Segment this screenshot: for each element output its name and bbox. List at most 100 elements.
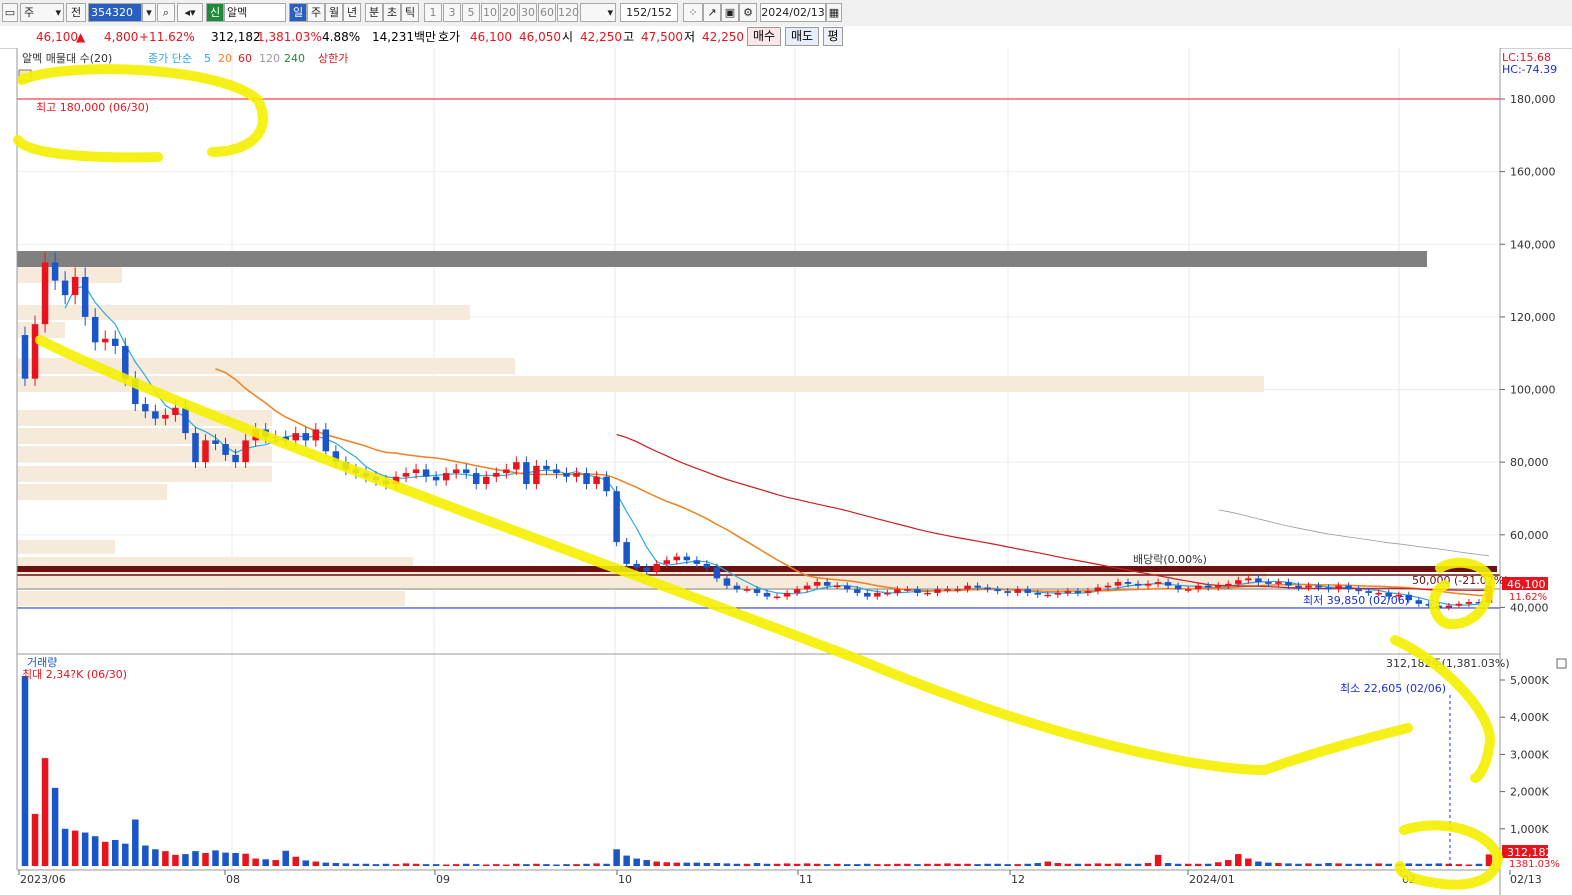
type-select-value: 주 xyxy=(24,6,35,19)
volume-bar-58 xyxy=(603,863,610,866)
period-button-day[interactable]: 일 xyxy=(289,3,307,22)
gear-icon[interactable]: ⚙ xyxy=(739,3,757,22)
period-button-tick[interactable]: 틱 xyxy=(401,3,419,22)
candle-124 xyxy=(1265,582,1272,584)
trend-icon[interactable]: ↗ xyxy=(703,3,721,22)
candle-143 xyxy=(1455,603,1463,606)
volume-bar-63 xyxy=(653,861,660,866)
volume-bar-123 xyxy=(1255,861,1262,866)
v-tick-label-3: 4,000K xyxy=(1510,711,1549,724)
volume-bar-28 xyxy=(302,860,310,866)
buy-button[interactable]: 매수 xyxy=(747,27,781,46)
volume-bar-14 xyxy=(162,851,169,866)
window-menu-icon[interactable]: ▭ xyxy=(2,3,18,22)
volume-bar-124 xyxy=(1265,862,1272,866)
candle-1 xyxy=(31,324,39,379)
search-icon[interactable]: ⌕ xyxy=(157,3,175,22)
speaker-icon[interactable]: ◂▾ xyxy=(177,3,203,22)
eval-button[interactable]: 평 xyxy=(823,27,843,46)
legend-ma240: 240 xyxy=(284,52,305,65)
legend-limit: 상한가 xyxy=(318,52,348,65)
change-percent: +11.62% xyxy=(139,30,195,44)
interval-button-10[interactable]: 10 xyxy=(481,3,499,22)
period-button-minute[interactable]: 분 xyxy=(365,3,383,22)
grid-icon[interactable]: ⁘ xyxy=(683,3,703,22)
ratio-tag-label: 1381.03% xyxy=(1509,859,1560,870)
legend-ma20: 20 xyxy=(218,52,232,65)
panel-close-icon[interactable] xyxy=(1556,658,1567,669)
stock-name-field[interactable]: 알멕 xyxy=(224,3,286,22)
candle-84 xyxy=(864,592,871,597)
period-button-month[interactable]: 월 xyxy=(325,3,343,22)
volume-bar-48 xyxy=(503,864,510,866)
period-button-year[interactable]: 년 xyxy=(343,3,361,22)
volume-bar-5 xyxy=(71,830,79,866)
volume-bar-11 xyxy=(132,819,139,866)
interval-dropdown[interactable]: ▾ xyxy=(580,3,616,22)
volume-bar-86 xyxy=(884,864,891,866)
volume-bar-25 xyxy=(272,860,279,866)
volume-bar-4 xyxy=(61,828,69,866)
calendar-icon[interactable]: ▦ xyxy=(826,3,842,22)
candle-28 xyxy=(302,433,310,441)
candle-45 xyxy=(472,473,480,484)
candle-71 xyxy=(733,585,741,590)
candle-9 xyxy=(111,338,119,346)
volume-bar-119 xyxy=(1214,862,1222,866)
interval-button-30[interactable]: 30 xyxy=(519,3,537,22)
volume-bar-141 xyxy=(1435,863,1443,866)
volume-bar-112 xyxy=(1144,863,1152,866)
volume-max-text: 최대 2,34?K (06/30) xyxy=(22,668,127,681)
prefix-select[interactable]: 전 xyxy=(66,3,86,22)
sell-button[interactable]: 매도 xyxy=(785,27,819,46)
candlestick-chart[interactable]: 최고 180,000 (06/30) 40,00060,00080,000100… xyxy=(0,48,1572,895)
interval-button-20[interactable]: 20 xyxy=(500,3,518,22)
low-annotation: 최저 39,850 (02/06) xyxy=(1303,594,1409,607)
high-price: 47,500 xyxy=(641,30,683,44)
code-dropdown-icon[interactable]: ▾ xyxy=(142,3,156,22)
volume-bar-23 xyxy=(252,858,259,866)
save-icon[interactable]: ▣ xyxy=(721,3,739,22)
volume-bar-127 xyxy=(1295,863,1302,866)
volume-bar-64 xyxy=(663,862,671,866)
count-field[interactable]: 152/152 xyxy=(620,3,678,22)
interval-button-60[interactable]: 60 xyxy=(538,3,556,22)
volume-bar-57 xyxy=(593,863,600,866)
interval-button-120[interactable]: 120 xyxy=(557,3,579,22)
interval-button-5[interactable]: 5 xyxy=(462,3,480,22)
chevron-down-icon: ▾ xyxy=(55,6,61,19)
stock-code-input[interactable]: 354320 xyxy=(88,3,142,22)
candle-97 xyxy=(994,589,1001,592)
date-field[interactable]: 2024/02/13 xyxy=(760,3,826,22)
volume-bar-31 xyxy=(332,863,340,866)
chart-area[interactable]: 최고 180,000 (06/30) 40,000 60,000 80,000 100… xyxy=(0,48,1572,895)
legend-indicator[interactable]: 알멕 매물대 수(20) xyxy=(22,51,112,65)
volume-bar-34 xyxy=(362,863,370,866)
candle-68 xyxy=(703,563,711,568)
interval-button-3[interactable]: 3 xyxy=(443,3,461,22)
volume-bar-62 xyxy=(643,860,650,866)
candle-61 xyxy=(633,563,640,568)
volume-bar-143 xyxy=(1455,864,1463,866)
profile-band-10 xyxy=(17,540,115,554)
candle-18 xyxy=(202,440,209,463)
candle-7 xyxy=(91,316,99,343)
volume-bar-24 xyxy=(262,859,269,866)
volume-bar-125 xyxy=(1275,863,1282,866)
candle-87 xyxy=(894,589,901,593)
candle-106 xyxy=(1084,591,1092,593)
volume-bar-20 xyxy=(222,852,229,866)
interval-button-1[interactable]: 1 xyxy=(424,3,442,22)
type-select[interactable]: 주 ▾ xyxy=(20,3,64,22)
high-label: 고 xyxy=(623,30,635,44)
period-button-week[interactable]: 주 xyxy=(307,3,325,22)
volume-bar-49 xyxy=(513,863,520,866)
period-button-second[interactable]: 초 xyxy=(383,3,401,22)
volume-bar-108 xyxy=(1104,863,1112,866)
candle-102 xyxy=(1044,594,1052,597)
candle-16 xyxy=(182,407,189,434)
volume-bar-94 xyxy=(964,863,971,866)
volume-bar-114 xyxy=(1164,863,1172,866)
candle-58 xyxy=(603,476,610,492)
volume-bar-84 xyxy=(864,863,871,866)
